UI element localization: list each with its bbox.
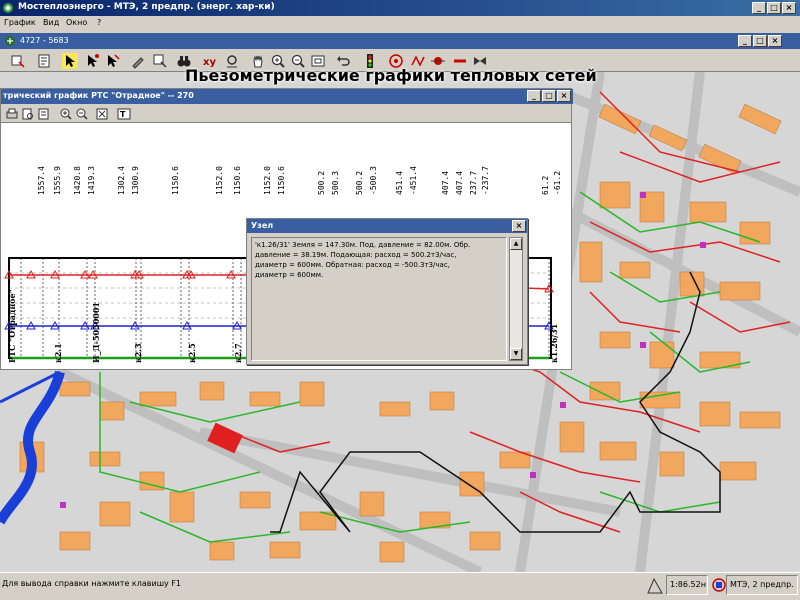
overlay-heading: Пьезометрические графики тепловых сетей	[185, 66, 597, 85]
map-window-title: 4727 - 5683	[20, 36, 69, 45]
status-hint: Для вывода справки нажмите клавишу F1	[2, 579, 181, 588]
tick-label: 1152.0	[215, 166, 224, 195]
map-maximize-button[interactable]: □	[753, 35, 767, 47]
menu-bar: График Вид Окно ?	[0, 16, 800, 32]
scale-icon	[647, 577, 663, 594]
node-info-text[interactable]: 'к1.26/31' Земля = 147.30м. Под. давлени…	[251, 237, 507, 361]
tick-label: 407.4	[441, 170, 450, 195]
menu-item-help[interactable]: ?	[97, 18, 101, 27]
map-close-button[interactable]: ×	[768, 35, 782, 47]
menu-item-graph[interactable]: График	[4, 18, 36, 27]
svg-text:T: T	[120, 110, 126, 119]
arrow-link-icon[interactable]	[104, 53, 120, 69]
graph-window-title: трический график РТС "Отрадное" -- 270	[3, 91, 194, 100]
select-arrow-icon[interactable]	[62, 53, 78, 69]
node-label: к2.1	[53, 343, 63, 363]
app-icon	[3, 3, 13, 13]
tick-label: 1555.9	[53, 166, 62, 195]
map-minimize-button[interactable]: _	[738, 35, 752, 47]
tick-label: 500.3	[331, 170, 340, 195]
tick-label: 237.7	[469, 170, 478, 195]
node-label: к2.5	[187, 343, 197, 363]
app-titlebar: Мостеплоэнерго - МТЭ, 2 предпр. (энерг. …	[0, 0, 800, 16]
tick-label: 1152.0	[263, 166, 272, 195]
tick-label: 1150.6	[171, 166, 180, 195]
node-info-line: давление = 38.19м. Подающая: расход = 50…	[255, 251, 457, 259]
node-info-line: диаметр = 600мм.	[255, 271, 324, 279]
document-icon[interactable]	[36, 53, 52, 69]
menu-item-window[interactable]: Окно	[66, 18, 87, 27]
tick-label: 500.2	[317, 170, 326, 195]
status-enterprise: МТЭ, 2 предпр. (энерг	[726, 575, 798, 595]
scroll-up-icon[interactable]: ▲	[510, 238, 522, 250]
graph-text-icon[interactable]: T	[117, 107, 131, 121]
app-title: Мостеплоэнерго - МТЭ, 2 предпр. (энерг. …	[18, 2, 275, 12]
node-label: к2.7	[233, 343, 243, 363]
node-label: к1.26/31	[549, 323, 559, 363]
node-dialog-close-button[interactable]: ×	[512, 220, 526, 232]
arrow-node-icon[interactable]	[84, 53, 100, 69]
graph-minimize-button[interactable]: _	[527, 90, 541, 102]
node-dialog-titlebar: Узел ×	[247, 219, 527, 233]
tick-label: 1302.4	[117, 166, 126, 195]
close-button[interactable]: ×	[782, 2, 796, 14]
pencil-icon[interactable]	[130, 53, 146, 69]
maximize-button[interactable]: □	[767, 2, 781, 14]
graph-toolbar: T	[1, 105, 571, 123]
tick-label: -500.3	[369, 166, 378, 195]
scroll-down-icon[interactable]: ▼	[510, 348, 522, 360]
tick-label: -61.2	[553, 170, 562, 195]
map-window-icon	[5, 36, 15, 46]
tick-label: 500.2	[355, 170, 364, 195]
edit-arrow-icon[interactable]	[152, 53, 168, 69]
graph-fit-icon[interactable]	[95, 107, 109, 121]
node-dialog-title: Узел	[251, 221, 274, 230]
menu-item-view[interactable]: Вид	[43, 18, 59, 27]
tick-label: 1150.6	[233, 166, 242, 195]
page-setup-icon[interactable]	[37, 107, 51, 121]
map-window-titlebar: 4727 - 5683 _ □ ×	[0, 33, 800, 49]
tick-label: 1419.3	[87, 166, 96, 195]
tick-label: 1557.4	[37, 166, 46, 195]
tick-label: 451.4	[395, 170, 404, 195]
status-scale: 1:86.52н	[666, 575, 708, 595]
tick-label: 407.4	[455, 170, 464, 195]
minimize-button[interactable]: _	[752, 2, 766, 14]
node-label: РТС "Отрадное"	[7, 289, 17, 363]
tick-label: -451.4	[409, 166, 418, 195]
tick-label: -237.7	[481, 166, 490, 195]
node-label: к2.3	[133, 343, 143, 363]
tick-label: 1150.6	[277, 166, 286, 195]
tick-label: 61.2	[541, 175, 550, 195]
print-icon[interactable]	[5, 107, 19, 121]
status-bar: Для вывода справки нажмите клавишу F1 1:…	[0, 572, 800, 600]
tick-label: 1420.8	[73, 166, 82, 195]
graph-window-titlebar: трический график РТС "Отрадное" -- 270 _…	[1, 89, 573, 104]
tick-label: 1300.9	[131, 166, 140, 195]
graph-maximize-button[interactable]: □	[542, 90, 556, 102]
node-info-line: 'к1.26/31' Земля = 147.30м. Под. давлени…	[255, 241, 471, 249]
print-preview-icon[interactable]	[21, 107, 35, 121]
node-info-line: диаметр = 600мм. Обратная: расход = -500…	[255, 261, 450, 269]
application-window: Мостеплоэнерго - МТЭ, 2 предпр. (энерг. …	[0, 0, 800, 600]
node-dialog-scrollbar[interactable]: ▲ ▼	[509, 237, 523, 361]
enterprise-icon	[712, 578, 726, 592]
node-info-dialog: Узел × 'к1.26/31' Земля = 147.30м. Под. …	[246, 218, 528, 365]
node-label: И_Д-5050001	[91, 302, 101, 363]
graph-zoom-in-icon[interactable]	[59, 107, 73, 121]
graph-close-button[interactable]: ×	[557, 90, 571, 102]
layers-icon[interactable]	[10, 53, 26, 69]
graph-zoom-out-icon[interactable]	[75, 107, 89, 121]
